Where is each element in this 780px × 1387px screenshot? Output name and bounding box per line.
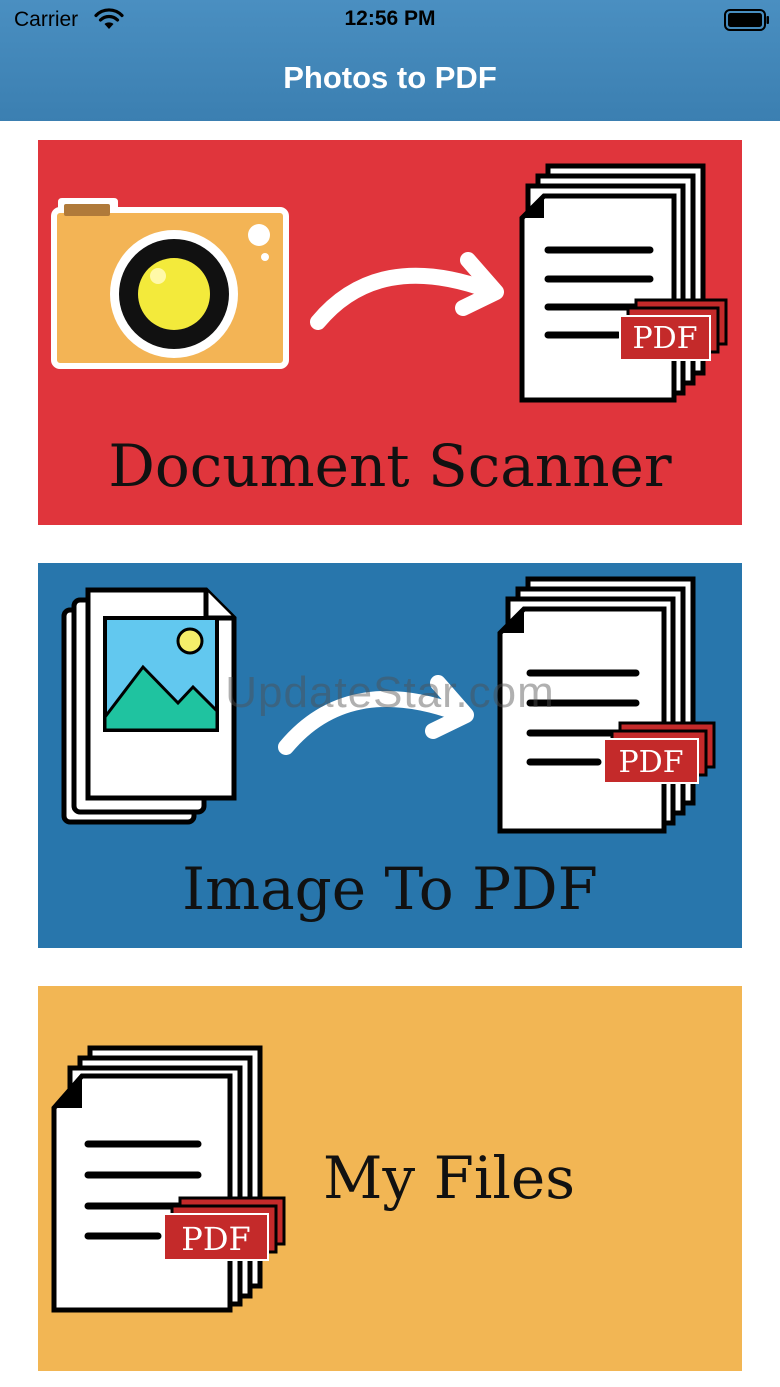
pdf-document-icon: PDF bbox=[497, 576, 716, 834]
clock: 12:56 PM bbox=[344, 7, 436, 30]
image-document-icon bbox=[61, 587, 237, 825]
document-scanner-label: Document Scanner bbox=[108, 432, 672, 500]
svg-text:PDF: PDF bbox=[618, 745, 683, 780]
camera-icon bbox=[51, 198, 289, 369]
pdf-document-icon: PDF bbox=[51, 1045, 286, 1313]
my-files-label: My Files bbox=[323, 1144, 576, 1212]
image-to-pdf-label: Image To PDF bbox=[182, 855, 598, 923]
my-files-button[interactable]: PDF My Files bbox=[38, 986, 742, 1371]
status-bar: Carrier 12:56 PM bbox=[0, 0, 780, 40]
navigation-header: Carrier 12:56 PM Photos to PDF bbox=[0, 0, 780, 121]
svg-text:PDF: PDF bbox=[632, 321, 697, 356]
arrow-icon bbox=[278, 675, 474, 755]
image-to-pdf-button[interactable]: PDF Image To PDF bbox=[38, 563, 742, 948]
battery-icon bbox=[724, 9, 769, 31]
svg-text:PDF: PDF bbox=[181, 1220, 250, 1258]
document-scanner-button[interactable]: PDF Document Scanner bbox=[38, 140, 742, 525]
pdf-document-icon: PDF bbox=[519, 163, 728, 403]
arrow-icon bbox=[310, 252, 504, 330]
page-title: Photos to PDF bbox=[283, 60, 497, 95]
